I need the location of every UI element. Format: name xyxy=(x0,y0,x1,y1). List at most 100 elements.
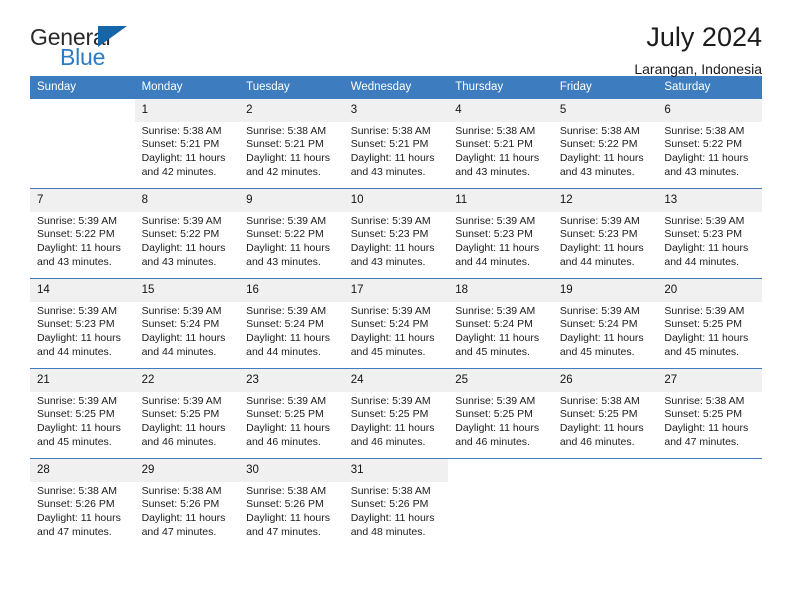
calendar-day-cell-inner: 19 Sunrise: 5:39 AM Sunset: 5:24 PM Dayligh… xyxy=(552,279,658,368)
sunset-text: Sunset: 5:24 PM xyxy=(246,318,324,331)
calendar-day-cell[interactable]: 12 Sunrise: 5:39 AM Sunset: 5:23 PM Dayligh… xyxy=(552,188,658,279)
day-number: 19 xyxy=(552,279,658,302)
day-number: 26 xyxy=(552,369,658,392)
calendar-day-cell[interactable]: 8 Sunrise: 5:39 AM Sunset: 5:22 PM Daylight… xyxy=(134,188,240,279)
sunrise-text: Sunrise: 5:39 AM xyxy=(664,304,745,317)
day-number: 12 xyxy=(552,189,658,212)
calendar-day-cell-inner: 8 Sunrise: 5:39 AM Sunset: 5:22 PM Daylight… xyxy=(134,189,240,278)
daylight-text-line1: Daylight: 11 hours xyxy=(141,242,226,255)
day-details: Sunrise: 5:38 AM Sunset: 5:26 PM Daylight:… xyxy=(135,482,240,540)
calendar-day-cell-inner: 21 Sunrise: 5:39 AM Sunset: 5:25 PM Dayligh… xyxy=(30,369,135,458)
page-title: July 2024 xyxy=(646,22,762,52)
calendar-day-cell[interactable]: 27 Sunrise: 5:38 AM Sunset: 5:25 PM Dayligh… xyxy=(657,368,762,459)
day-details: Sunrise: 5:38 AM Sunset: 5:21 PM Daylight:… xyxy=(135,122,240,180)
daylight-text-line2: and 46 minutes. xyxy=(559,435,635,448)
calendar-day-cell[interactable]: 23 Sunrise: 5:39 AM Sunset: 5:25 PM Dayligh… xyxy=(239,368,344,459)
calendar-day-cell[interactable]: 18 Sunrise: 5:39 AM Sunset: 5:24 PM Dayligh… xyxy=(448,278,553,369)
daylight-text-line1: Daylight: 11 hours xyxy=(455,422,540,435)
brand-logo[interactable]: General Blue xyxy=(30,22,150,74)
day-number: 24 xyxy=(343,369,449,392)
calendar-day-cell[interactable]: 28 Sunrise: 5:38 AM Sunset: 5:26 PM Dayligh… xyxy=(30,458,135,549)
day-details: Sunrise: 5:39 AM Sunset: 5:24 PM Daylight:… xyxy=(239,302,344,360)
weekday-header-friday: Friday xyxy=(552,76,658,99)
calendar-day-cell-inner: 15 Sunrise: 5:39 AM Sunset: 5:24 PM Dayligh… xyxy=(134,279,240,368)
calendar-day-cell[interactable]: 3 Sunrise: 5:38 AM Sunset: 5:21 PM Daylight… xyxy=(343,98,449,189)
calendar-day-cell[interactable]: 22 Sunrise: 5:39 AM Sunset: 5:25 PM Dayligh… xyxy=(134,368,240,459)
day-number: 8 xyxy=(134,189,240,212)
calendar-day-cell[interactable]: 15 Sunrise: 5:39 AM Sunset: 5:24 PM Dayligh… xyxy=(134,278,240,369)
daylight-text-line2: and 43 minutes. xyxy=(455,165,530,178)
calendar-day-cell-inner: 13 Sunrise: 5:39 AM Sunset: 5:23 PM Dayligh… xyxy=(657,189,762,278)
day-number: 21 xyxy=(30,369,135,392)
day-details: Sunrise: 5:39 AM Sunset: 5:23 PM Daylight:… xyxy=(448,212,553,270)
day-number: 1 xyxy=(134,99,240,122)
calendar-day-cell[interactable]: 21 Sunrise: 5:39 AM Sunset: 5:25 PM Dayligh… xyxy=(30,368,135,459)
daylight-text-line2: and 44 minutes. xyxy=(246,345,321,358)
daylight-text-line1: Daylight: 11 hours xyxy=(141,332,226,345)
calendar-day-cell[interactable]: 13 Sunrise: 5:39 AM Sunset: 5:23 PM Dayligh… xyxy=(657,188,762,279)
daylight-text-line2: and 46 minutes. xyxy=(455,435,530,448)
day-details: Sunrise: 5:39 AM Sunset: 5:25 PM Daylight:… xyxy=(30,392,135,450)
daylight-text-line2: and 45 minutes. xyxy=(664,345,740,358)
calendar-day-cell-inner: 27 Sunrise: 5:38 AM Sunset: 5:25 PM Dayligh… xyxy=(657,369,762,458)
calendar-day-cell[interactable]: 30 Sunrise: 5:38 AM Sunset: 5:26 PM Dayligh… xyxy=(239,458,344,549)
calendar-day-cell-inner: 17 Sunrise: 5:39 AM Sunset: 5:24 PM Dayligh… xyxy=(343,279,449,368)
sunset-text: Sunset: 5:25 PM xyxy=(350,408,429,421)
calendar-day-cell[interactable]: 6 Sunrise: 5:38 AM Sunset: 5:22 PM Daylight… xyxy=(657,98,762,189)
day-number: 30 xyxy=(239,459,344,482)
day-details: Sunrise: 5:39 AM Sunset: 5:25 PM Daylight:… xyxy=(344,392,449,450)
daylight-text-line2: and 42 minutes. xyxy=(246,165,321,178)
calendar-day-cell[interactable]: 4 Sunrise: 5:38 AM Sunset: 5:21 PM Daylight… xyxy=(448,98,553,189)
day-details: Sunrise: 5:39 AM Sunset: 5:25 PM Daylight:… xyxy=(657,302,762,360)
sunrise-text: Sunrise: 5:38 AM xyxy=(37,484,117,497)
calendar-day-cell[interactable]: 26 Sunrise: 5:38 AM Sunset: 5:25 PM Dayligh… xyxy=(552,368,658,459)
calendar-day-cell[interactable]: 17 Sunrise: 5:39 AM Sunset: 5:24 PM Dayligh… xyxy=(343,278,449,369)
sunset-text: Sunset: 5:23 PM xyxy=(664,228,743,241)
sunrise-text: Sunrise: 5:39 AM xyxy=(246,214,327,227)
calendar-day-cell[interactable]: 10 Sunrise: 5:39 AM Sunset: 5:23 PM Dayligh… xyxy=(343,188,449,279)
sunrise-text: Sunrise: 5:39 AM xyxy=(559,304,640,317)
calendar-day-cell[interactable]: 9 Sunrise: 5:39 AM Sunset: 5:22 PM Daylight… xyxy=(239,188,344,279)
calendar-day-cell[interactable]: 5 Sunrise: 5:38 AM Sunset: 5:22 PM Daylight… xyxy=(552,98,658,189)
sunrise-text: Sunrise: 5:39 AM xyxy=(141,214,222,227)
sunset-text: Sunset: 5:22 PM xyxy=(246,228,324,241)
daylight-text-line2: and 43 minutes. xyxy=(350,165,426,178)
weekday-header-monday: Monday xyxy=(134,76,240,99)
day-details: Sunrise: 5:39 AM Sunset: 5:23 PM Daylight:… xyxy=(553,212,658,270)
daylight-text-line2: and 45 minutes. xyxy=(455,345,530,358)
calendar-day-cell[interactable]: 16 Sunrise: 5:39 AM Sunset: 5:24 PM Dayligh… xyxy=(239,278,344,369)
daylight-text-line1: Daylight: 11 hours xyxy=(350,152,435,165)
calendar-day-cell[interactable]: 25 Sunrise: 5:39 AM Sunset: 5:25 PM Dayligh… xyxy=(448,368,553,459)
calendar-day-cell[interactable]: 29 Sunrise: 5:38 AM Sunset: 5:26 PM Dayligh… xyxy=(134,458,240,549)
sunrise-text: Sunrise: 5:39 AM xyxy=(559,214,640,227)
day-details: Sunrise: 5:38 AM Sunset: 5:26 PM Daylight:… xyxy=(344,482,449,540)
daylight-text-line1: Daylight: 11 hours xyxy=(664,422,749,435)
sunrise-text: Sunrise: 5:39 AM xyxy=(37,394,117,407)
calendar-day-cell[interactable]: 24 Sunrise: 5:39 AM Sunset: 5:25 PM Dayligh… xyxy=(343,368,449,459)
sunset-text: Sunset: 5:22 PM xyxy=(141,228,220,241)
calendar-day-cell[interactable]: 7 Sunrise: 5:39 AM Sunset: 5:22 PM Daylight… xyxy=(30,188,135,279)
calendar-day-cell[interactable]: 19 Sunrise: 5:39 AM Sunset: 5:24 PM Dayligh… xyxy=(552,278,658,369)
daylight-text-line1: Daylight: 11 hours xyxy=(350,332,435,345)
calendar-day-cell[interactable]: 31 Sunrise: 5:38 AM Sunset: 5:26 PM Dayligh… xyxy=(343,458,449,549)
calendar-body: 1 Sunrise: 5:38 AM Sunset: 5:21 PM Daylight… xyxy=(30,98,762,549)
sunset-text: Sunset: 5:25 PM xyxy=(37,408,115,421)
calendar-day-cell[interactable]: 14 Sunrise: 5:39 AM Sunset: 5:23 PM Dayligh… xyxy=(30,278,135,369)
calendar-week-row: 14 Sunrise: 5:39 AM Sunset: 5:23 PM Dayligh… xyxy=(30,278,762,369)
day-number: 27 xyxy=(657,369,762,392)
sunset-text: Sunset: 5:25 PM xyxy=(664,318,743,331)
sunset-text: Sunset: 5:26 PM xyxy=(141,498,220,511)
sunrise-text: Sunrise: 5:39 AM xyxy=(37,214,117,227)
calendar-day-cell[interactable]: 20 Sunrise: 5:39 AM Sunset: 5:25 PM Dayligh… xyxy=(657,278,762,369)
sunrise-text: Sunrise: 5:38 AM xyxy=(246,124,327,137)
calendar-day-cell-inner: 5 Sunrise: 5:38 AM Sunset: 5:22 PM Daylight… xyxy=(552,99,658,188)
daylight-text-line2: and 43 minutes. xyxy=(141,255,217,268)
calendar-day-cell[interactable]: 1 Sunrise: 5:38 AM Sunset: 5:21 PM Daylight… xyxy=(134,98,240,189)
calendar-page: General Blue July 2024 Larangan, Indones… xyxy=(0,0,792,612)
calendar-day-cell[interactable]: 2 Sunrise: 5:38 AM Sunset: 5:21 PM Daylight… xyxy=(239,98,344,189)
sunset-text: Sunset: 5:25 PM xyxy=(664,408,743,421)
daylight-text-line1: Daylight: 11 hours xyxy=(664,332,749,345)
calendar-day-cell-inner: 12 Sunrise: 5:39 AM Sunset: 5:23 PM Dayligh… xyxy=(552,189,658,278)
calendar-day-cell[interactable]: 11 Sunrise: 5:39 AM Sunset: 5:23 PM Dayligh… xyxy=(448,188,553,279)
day-number: 18 xyxy=(448,279,553,302)
